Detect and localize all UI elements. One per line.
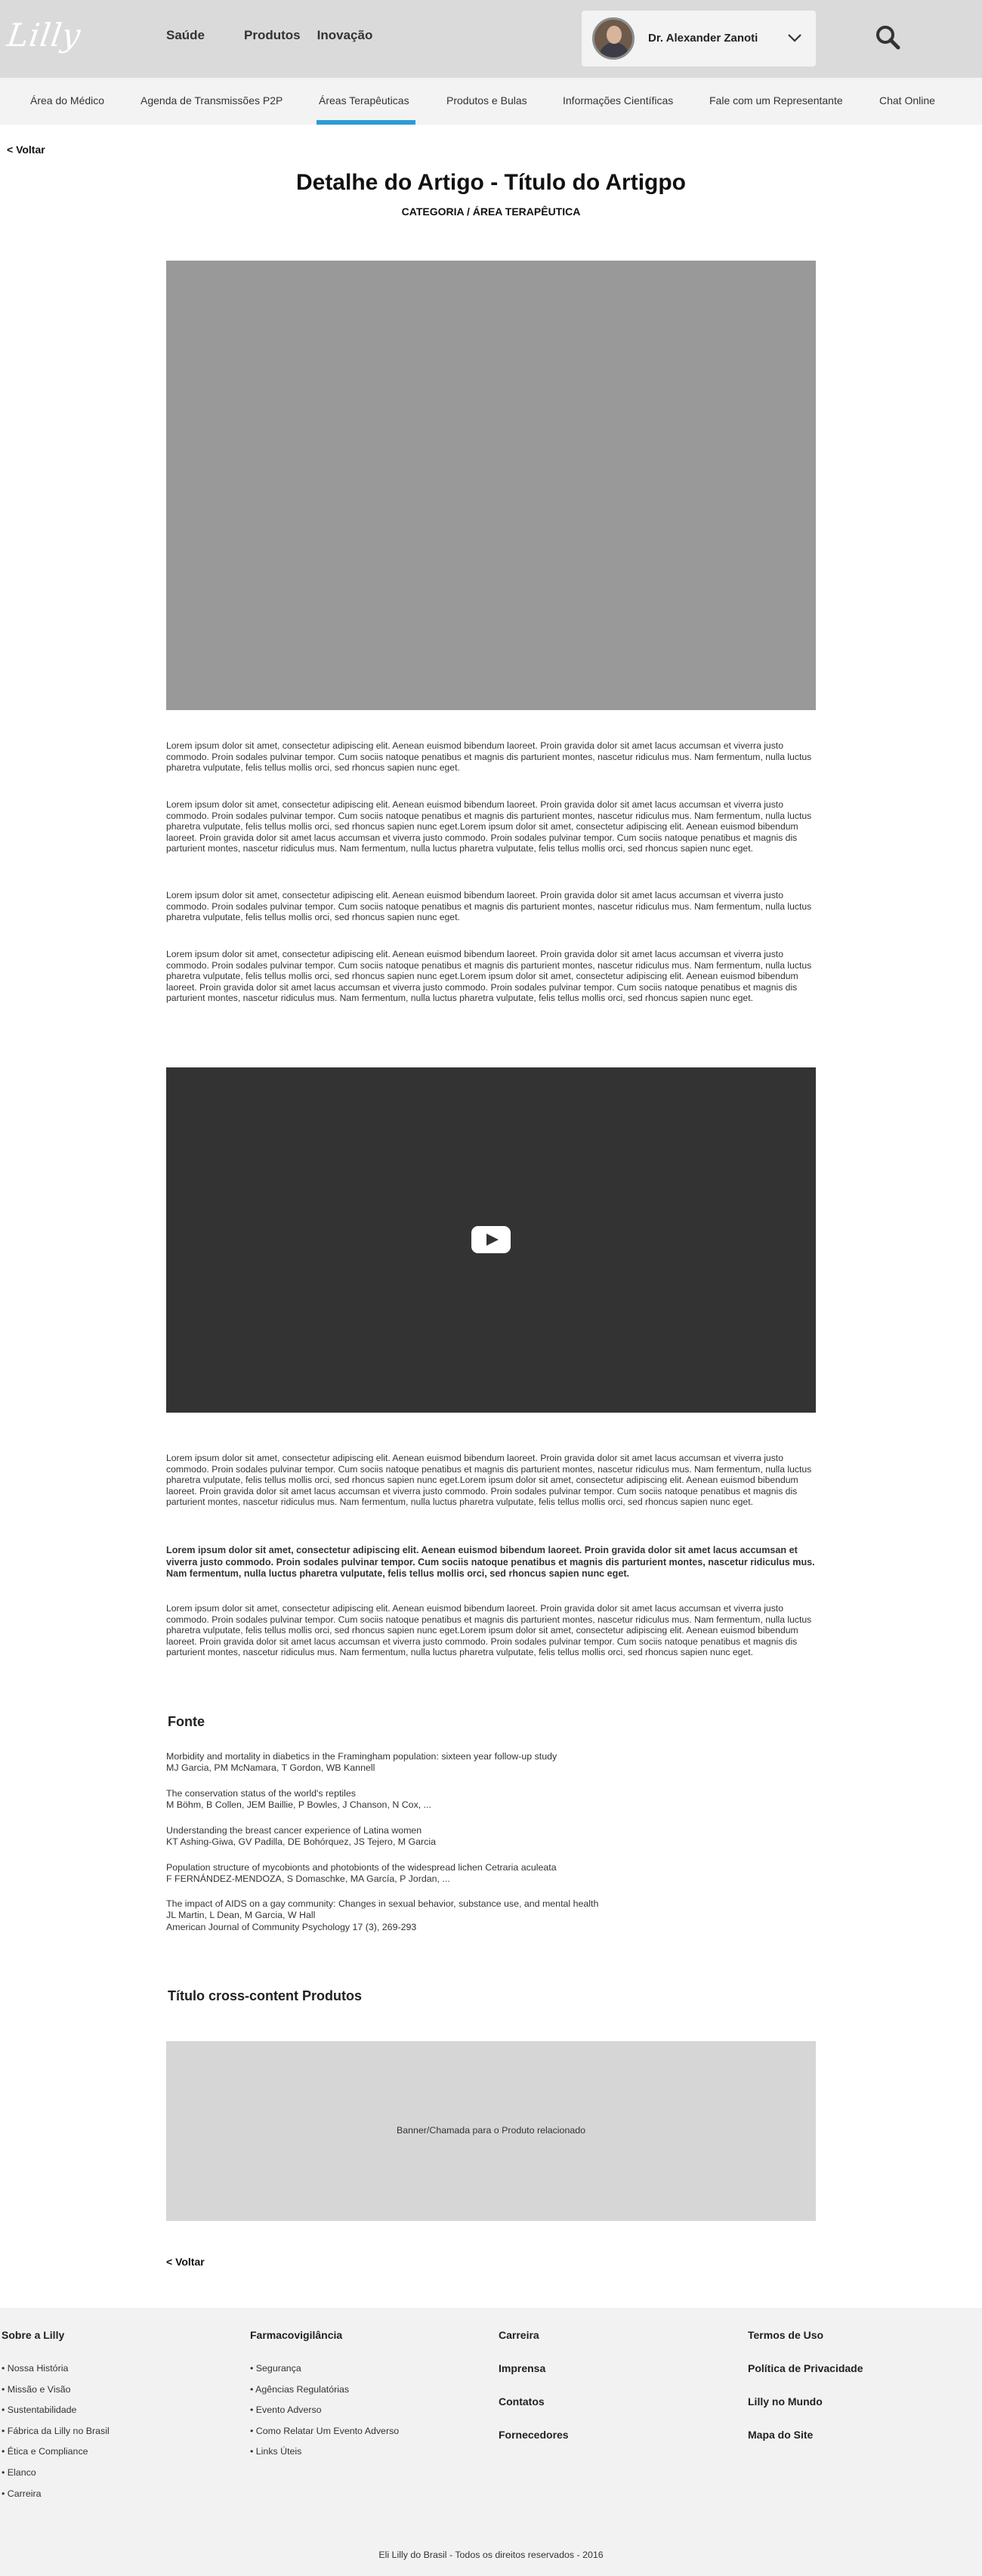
footer-link[interactable]: • Carreira [2,2488,110,2510]
reference-authors: KT Ashing-Giwa, GV Padilla, DE Bohórquez… [166,1836,436,1848]
reference-title[interactable]: The conservation status of the world's r… [166,1788,816,1799]
footer-link-fornecedores[interactable]: Fornecedores [499,2429,569,2462]
reference-authors: MJ Garcia, PM McNamara, T Gordon, WB Kan… [166,1762,375,1774]
article-category: CATEGORIA / ÁREA TERAPÊUTICA [401,205,581,218]
tab-chat-online[interactable]: Chat Online [879,94,935,107]
reference-item: Understanding the breast cancer experien… [166,1825,816,1849]
reference-title[interactable]: Understanding the breast cancer experien… [166,1825,816,1836]
tab-agenda-p2p[interactable]: Agenda de Transmissões P2P [141,94,283,107]
footer-link[interactable]: • Missão e Visão [2,2384,110,2405]
back-link-top[interactable]: < Voltar [7,144,45,156]
nav-saude[interactable]: Saúde [166,28,205,43]
reference-item: The conservation status of the world's r… [166,1788,816,1812]
footer-link-carreira[interactable]: Carreira [499,2329,569,2362]
article-highlight-paragraph: Lorem ipsum dolor sit amet, consectetur … [166,1545,815,1580]
copyright: Eli Lilly do Brasil - Todos os direitos … [378,2550,604,2560]
lilly-logo[interactable]: Lilly [5,17,84,54]
footer-col-sobre: Sobre a Lilly • Nossa História • Missão … [2,2329,110,2509]
article-hero-image [166,261,816,710]
user-menu[interactable]: Dr. Alexander Zanoti [582,11,816,66]
article-paragraph: Lorem ipsum dolor sit amet, consectetur … [166,1453,812,1508]
footer-link[interactable]: • Como Relatar Um Evento Adverso [250,2426,399,2447]
footer-link-privacidade[interactable]: Política de Privacidade [748,2362,863,2395]
tab-areas-terapeuticas[interactable]: Áreas Terapêuticas [319,94,409,107]
article-title: Detalhe do Artigo - Título do Artigpo [295,170,687,195]
footer-link-imprensa[interactable]: Imprensa [499,2362,569,2395]
footer-heading-sobre[interactable]: Sobre a Lilly [2,2329,110,2341]
footer-heading-farmacovigilancia[interactable]: Farmacovigilância [250,2329,399,2341]
article-paragraph: Lorem ipsum dolor sit amet, consectetur … [166,949,812,1004]
video-player[interactable] [166,1067,816,1413]
search-icon[interactable] [875,24,900,50]
footer-link[interactable]: • Evento Adverso [250,2405,399,2426]
footer-link[interactable]: • Agências Regulatórias [250,2384,399,2405]
back-link-bottom[interactable]: < Voltar [166,2256,205,2268]
footer-link[interactable]: • Sustentabilidade [2,2405,110,2426]
footer-link[interactable]: • Elanco [2,2467,110,2488]
chevron-down-icon[interactable] [787,30,802,45]
footer-link[interactable]: • Nossa História [2,2363,110,2384]
footer-col-links-a: Carreira Imprensa Contatos Fornecedores [499,2329,569,2462]
avatar [592,17,635,60]
main-nav: Saúde Produtos Inovação [166,28,372,43]
article-paragraph: Lorem ipsum dolor sit amet, consectetur … [166,799,812,854]
tab-fale-representante[interactable]: Fale com um Representante [709,94,843,107]
tab-area-do-medico[interactable]: Área do Médico [30,94,104,107]
reference-title[interactable]: The impact of AIDS on a gay community: C… [166,1898,816,1910]
nav-produtos[interactable]: Produtos [244,28,301,43]
footer-col-farmacovigilancia: Farmacovigilância • Segurança • Agências… [250,2329,399,2467]
footer-link[interactable]: • Fábrica da Lilly no Brasil [2,2426,110,2447]
footer-col-links-b: Termos de Uso Política de Privacidade Li… [748,2329,863,2462]
sources-title: Fonte [168,1714,205,1729]
user-name: Dr. Alexander Zanoti [648,32,758,45]
reference-item: Morbidity and mortality in diabetics in … [166,1751,816,1774]
tab-produtos-e-bulas[interactable]: Produtos e Bulas [446,94,527,107]
reference-authors: F FERNÁNDEZ-MENDOZA, S Domaschke, MA Gar… [166,1873,450,1885]
nav-inovacao[interactable]: Inovação [317,28,373,43]
reference-authors: M Böhm, B Collen, JEM Baillie, P Bowles,… [166,1799,431,1811]
reference-title[interactable]: Morbidity and mortality in diabetics in … [166,1751,816,1762]
footer-link-mapa-do-site[interactable]: Mapa do Site [748,2429,863,2462]
related-product-banner[interactable]: Banner/Chamada para o Produto relacionad… [166,2041,816,2221]
sub-nav: Área do Médico Agenda de Transmissões P2… [0,78,982,125]
article-paragraph: Lorem ipsum dolor sit amet, consectetur … [166,1603,812,1658]
footer: Sobre a Lilly • Nossa História • Missão … [0,2308,982,2576]
reference-item: Population structure of mycobionts and p… [166,1862,816,1886]
reference-item: The impact of AIDS on a gay community: C… [166,1898,816,1933]
footer-link[interactable]: • Ética e Compliance [2,2446,110,2467]
play-icon[interactable] [471,1226,511,1253]
footer-link-lilly-no-mundo[interactable]: Lilly no Mundo [748,2395,863,2429]
footer-link[interactable]: • Segurança [250,2363,399,2384]
reference-authors: JL Martin, L Dean, M Garcia, W Hall [166,1910,316,1921]
tab-informacoes-cientificas[interactable]: Informações Científicas [563,94,673,107]
cross-content-title: Título cross-content Produtos [168,1988,363,2003]
footer-link[interactable]: • Links Úteis [250,2446,399,2467]
reference-journal: American Journal of Community Psychology… [166,1921,417,1932]
article-paragraph: Lorem ipsum dolor sit amet, consectetur … [166,740,812,774]
article-paragraph: Lorem ipsum dolor sit amet, consectetur … [166,890,812,923]
active-tab-indicator [317,120,415,125]
top-header: Lilly Saúde Produtos Inovação Dr. Alexan… [0,0,982,78]
reference-title[interactable]: Population structure of mycobionts and p… [166,1862,816,1873]
banner-text: Banner/Chamada para o Produto relacionad… [396,2125,586,2136]
footer-link-termos[interactable]: Termos de Uso [748,2329,863,2362]
footer-link-contatos[interactable]: Contatos [499,2395,569,2429]
